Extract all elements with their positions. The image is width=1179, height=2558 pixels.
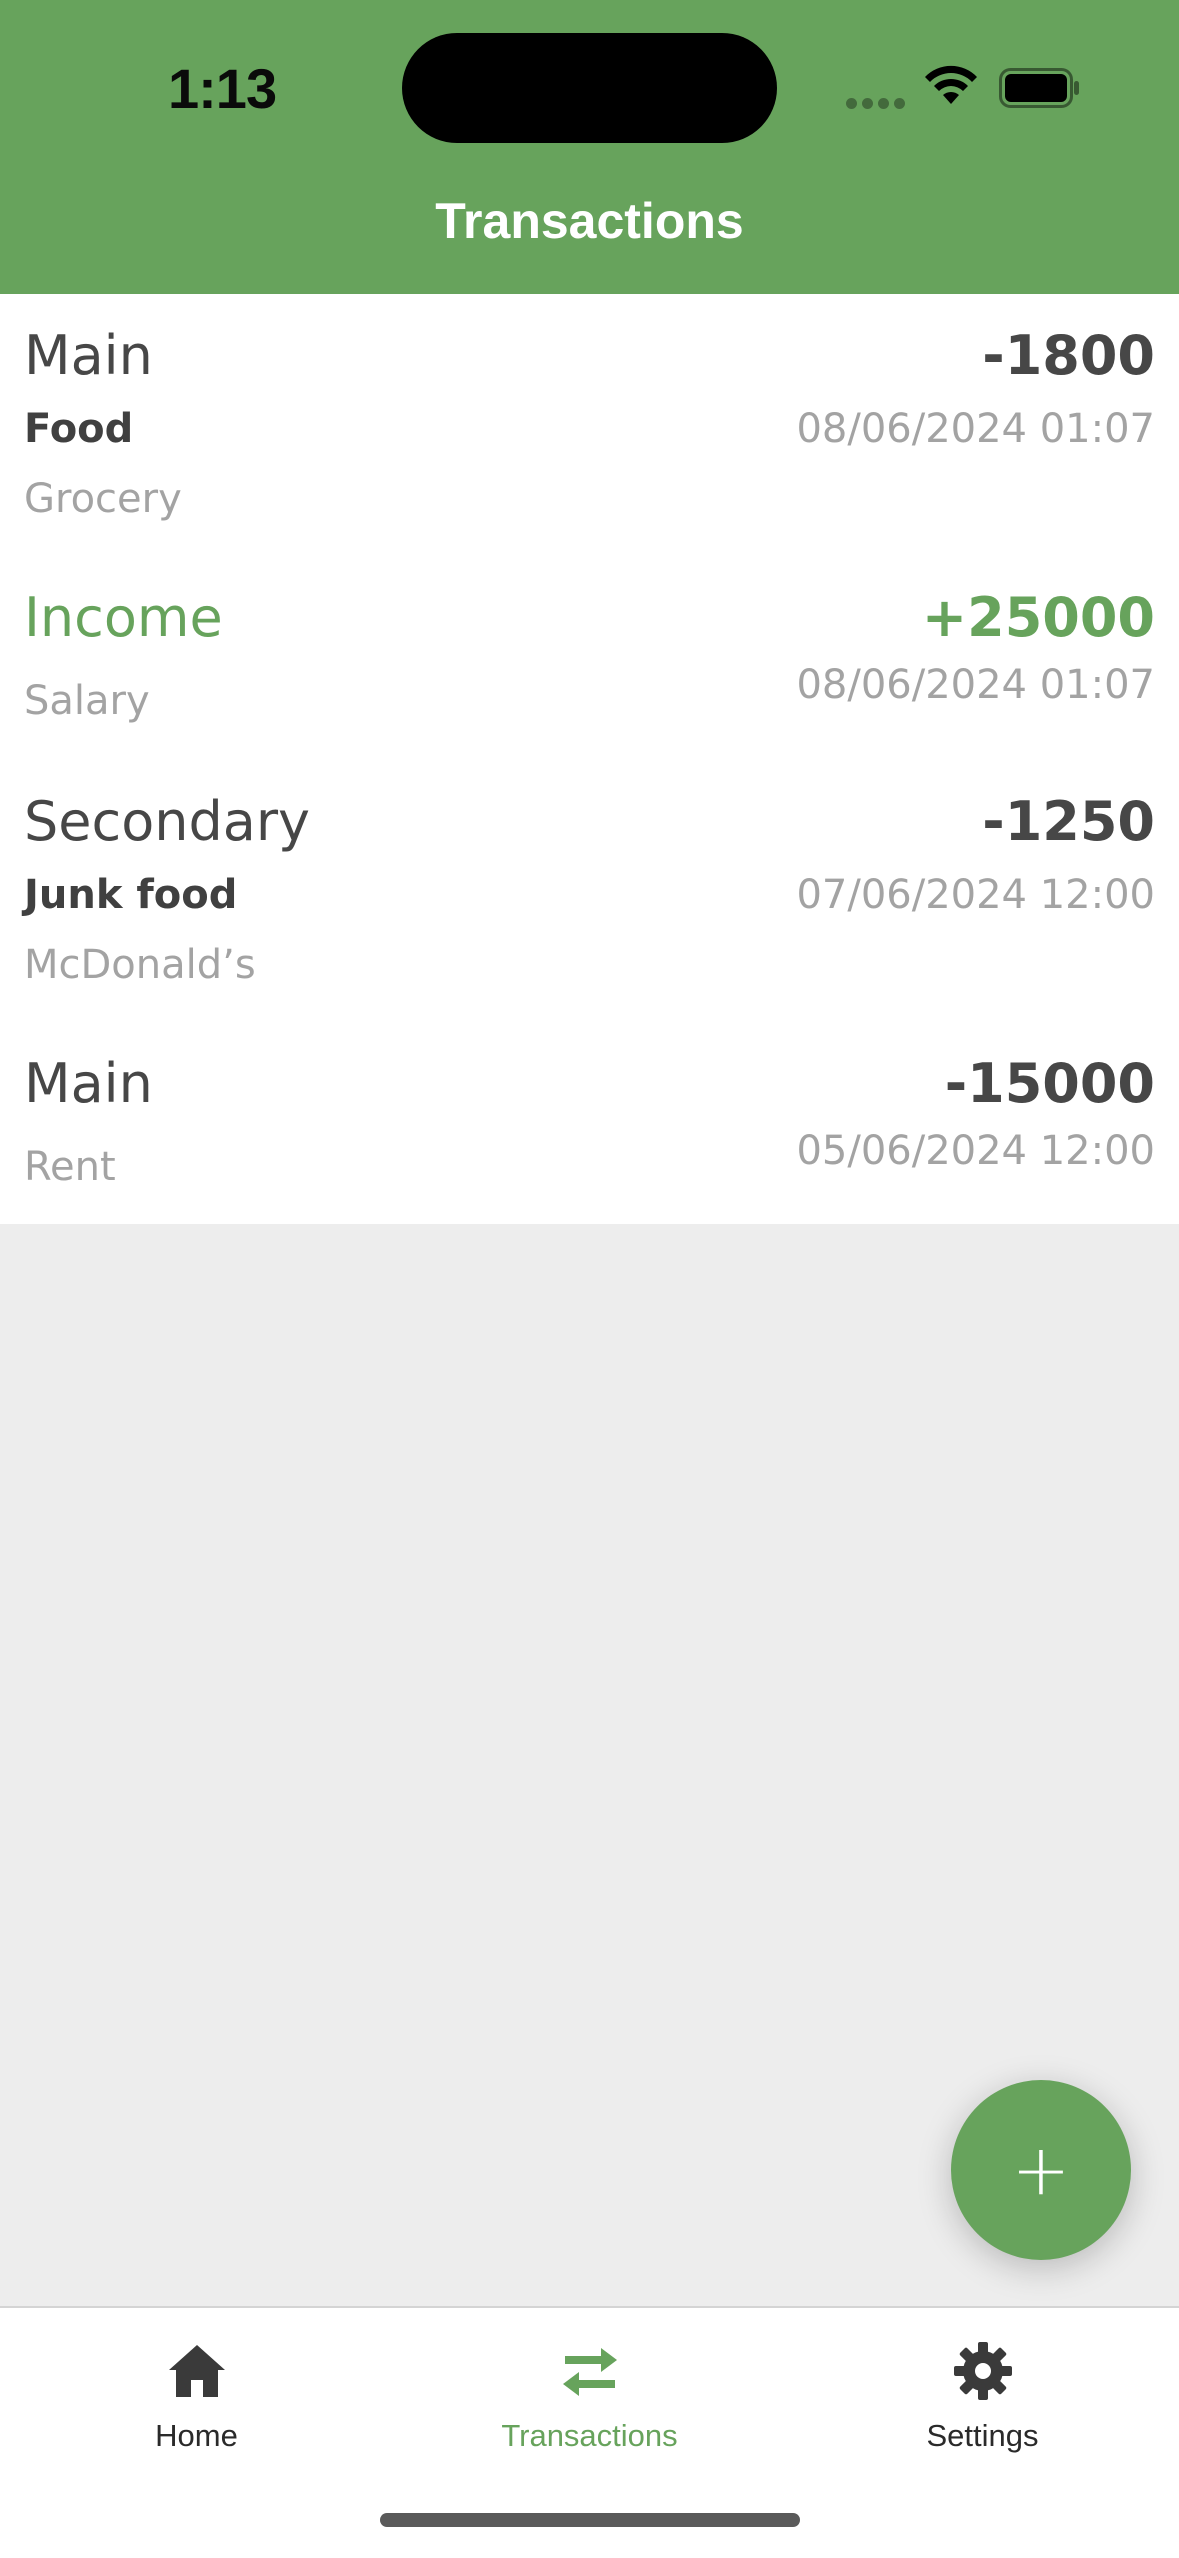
- transaction-amount: -1250: [982, 790, 1155, 853]
- transaction-category: Junk food: [24, 872, 238, 918]
- transaction-date: 08/06/2024 01:07: [796, 662, 1155, 708]
- transaction-date: 05/06/2024 12:00: [796, 1128, 1155, 1174]
- swap-arrows-icon: [563, 2348, 617, 2396]
- page-title: Transactions: [435, 193, 744, 249]
- transaction-row[interactable]: Income +25000 Salary 08/06/2024 01:07: [0, 586, 1179, 766]
- transaction-row[interactable]: Secondary -1250 Junk food McDonald’s 07/…: [0, 790, 1179, 1020]
- home-indicator[interactable]: [380, 2513, 800, 2527]
- status-time: 1:13: [168, 57, 277, 120]
- tab-transactions[interactable]: Transactions: [393, 2308, 786, 2468]
- transaction-account: Income: [24, 586, 223, 649]
- transaction-account: Main: [24, 324, 153, 387]
- cellular-signal-icon: [846, 94, 910, 113]
- battery-icon: [999, 68, 1079, 108]
- wifi-icon: [925, 65, 977, 104]
- transactions-list: Main -1800 Food Grocery 08/06/2024 01:07…: [0, 294, 1179, 1224]
- transaction-amount: -1800: [982, 324, 1155, 387]
- transaction-note: Salary: [24, 678, 150, 724]
- transaction-account: Secondary: [24, 790, 310, 853]
- dynamic-island: [402, 33, 777, 143]
- add-transaction-button[interactable]: +: [951, 2080, 1131, 2260]
- tab-label: Home: [155, 2418, 238, 2453]
- transaction-date: 07/06/2024 12:00: [796, 872, 1155, 918]
- transaction-note: Grocery: [24, 476, 182, 522]
- transaction-row[interactable]: Main -15000 Rent 05/06/2024 12:00: [0, 1052, 1179, 1222]
- tab-home[interactable]: Home: [0, 2308, 393, 2468]
- transaction-amount: -15000: [944, 1052, 1155, 1115]
- tab-label: Settings: [926, 2418, 1039, 2453]
- app-header: 1:13 Transactions: [0, 0, 1179, 294]
- transaction-amount: +25000: [921, 586, 1155, 649]
- tab-settings[interactable]: Settings: [786, 2308, 1179, 2468]
- home-icon: [169, 2345, 225, 2397]
- transaction-account: Main: [24, 1052, 153, 1115]
- transaction-row[interactable]: Main -1800 Food Grocery 08/06/2024 01:07: [0, 324, 1179, 554]
- transaction-note: McDonald’s: [24, 942, 256, 988]
- transaction-note: Rent: [24, 1144, 116, 1190]
- transaction-date: 08/06/2024 01:07: [796, 406, 1155, 452]
- transaction-category: Food: [24, 406, 134, 452]
- gear-icon: [954, 2342, 1012, 2400]
- tab-label: Transactions: [501, 2418, 678, 2453]
